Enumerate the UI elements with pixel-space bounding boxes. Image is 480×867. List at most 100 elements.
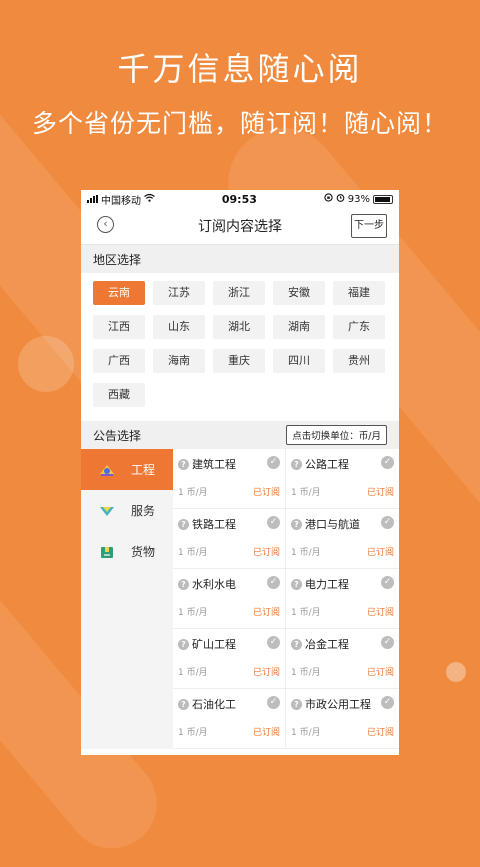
subscription-item[interactable]: ? 电力工程 ✓ 1 币/月 已订阅 — [286, 569, 399, 629]
category-item[interactable]: 货物 — [81, 531, 173, 572]
item-name: 石油化工 — [192, 698, 236, 711]
region-chip[interactable]: 湖南 — [273, 315, 325, 339]
help-icon[interactable]: ? — [291, 458, 302, 470]
check-icon[interactable]: ✓ — [381, 516, 394, 529]
item-price: 1 币/月 — [178, 728, 208, 738]
category-label: 工程 — [131, 463, 156, 477]
subscription-item[interactable]: ? 市政公用工程 ✓ 1 币/月 已订阅 — [286, 689, 399, 749]
check-icon[interactable]: ✓ — [381, 456, 394, 469]
lock-rotation-icon — [324, 193, 333, 205]
region-chip[interactable]: 广东 — [333, 315, 385, 339]
decor-dot — [18, 336, 74, 392]
next-step-button[interactable]: 下一步 — [351, 214, 387, 238]
item-price: 1 币/月 — [291, 548, 321, 558]
help-icon[interactable]: ? — [178, 458, 189, 470]
item-price: 1 币/月 — [178, 548, 208, 558]
alarm-icon — [336, 193, 345, 205]
item-name: 电力工程 — [305, 578, 349, 591]
service-icon — [99, 504, 115, 518]
region-chip[interactable]: 海南 — [153, 349, 205, 373]
page-title: 订阅内容选择 — [198, 219, 282, 235]
help-icon[interactable]: ? — [291, 518, 302, 530]
unit-toggle-button[interactable]: 点击切换单位：币/月 — [286, 425, 387, 445]
back-icon[interactable]: ‹ — [97, 216, 114, 233]
help-icon[interactable]: ? — [178, 638, 189, 650]
wifi-icon — [144, 193, 155, 205]
subscribed-status: 已订阅 — [252, 668, 280, 678]
region-chip[interactable]: 江苏 — [153, 281, 205, 305]
check-icon[interactable]: ✓ — [267, 516, 280, 529]
item-name: 港口与航道 — [305, 518, 360, 531]
help-icon[interactable]: ? — [291, 578, 302, 590]
subscribed-status: 已订阅 — [252, 608, 280, 618]
region-chip[interactable]: 福建 — [333, 281, 385, 305]
help-icon[interactable]: ? — [291, 638, 302, 650]
item-name: 铁路工程 — [192, 518, 236, 531]
region-chip[interactable]: 浙江 — [213, 281, 265, 305]
item-name: 冶金工程 — [305, 638, 349, 651]
banner-subtitle: 多个省份无门槛，随订阅！随心阅！ — [31, 109, 448, 138]
check-icon[interactable]: ✓ — [267, 456, 280, 469]
subscription-item[interactable]: ? 建筑工程 ✓ 1 币/月 已订阅 — [173, 449, 286, 509]
carrier-label: 中国移动 — [101, 195, 141, 207]
item-price: 1 币/月 — [291, 668, 321, 678]
subscription-item[interactable]: ? 水利水电 ✓ 1 币/月 已订阅 — [173, 569, 286, 629]
region-chip[interactable]: 重庆 — [213, 349, 265, 373]
category-sidebar: 工程 服务 货物 — [81, 449, 173, 749]
battery-percent: 93% — [347, 193, 370, 205]
subscription-item[interactable]: ? 冶金工程 ✓ 1 币/月 已订阅 — [286, 629, 399, 689]
check-icon[interactable]: ✓ — [267, 636, 280, 649]
goods-icon — [99, 545, 115, 559]
subscription-item[interactable]: ? 矿山工程 ✓ 1 币/月 已订阅 — [173, 629, 286, 689]
region-chip[interactable]: 山东 — [153, 315, 205, 339]
battery-icon — [373, 194, 393, 204]
region-chip[interactable]: 云南 — [93, 281, 145, 305]
subscription-item[interactable]: ? 铁路工程 ✓ 1 币/月 已订阅 — [173, 509, 286, 569]
subscribed-status: 已订阅 — [252, 488, 280, 498]
help-icon[interactable]: ? — [178, 698, 189, 710]
region-chip[interactable]: 四川 — [273, 349, 325, 373]
banner-title: 千万信息随心阅 — [117, 50, 363, 88]
engineering-icon — [99, 463, 115, 477]
region-chip[interactable]: 广西 — [93, 349, 145, 373]
category-item[interactable]: 服务 — [81, 490, 173, 531]
item-name: 水利水电 — [192, 578, 236, 591]
region-chip[interactable]: 西藏 — [93, 383, 145, 407]
help-icon[interactable]: ? — [178, 518, 189, 530]
region-chip[interactable]: 江西 — [93, 315, 145, 339]
category-label: 货物 — [131, 545, 156, 559]
decor-dot — [446, 662, 466, 682]
check-icon[interactable]: ✓ — [267, 696, 280, 709]
item-price: 1 币/月 — [178, 668, 208, 678]
status-bar: 中国移动 09:53 93% — [81, 190, 399, 208]
subscribed-status: 已订阅 — [252, 728, 280, 738]
region-chip[interactable]: 贵州 — [333, 349, 385, 373]
item-name: 矿山工程 — [192, 638, 236, 651]
subscribed-status: 已订阅 — [366, 728, 394, 738]
item-name: 建筑工程 — [192, 458, 236, 471]
announce-section-title: 公告选择 — [93, 428, 142, 443]
subscription-item[interactable]: ? 港口与航道 ✓ 1 币/月 已订阅 — [286, 509, 399, 569]
item-price: 1 币/月 — [291, 488, 321, 498]
check-icon[interactable]: ✓ — [381, 636, 394, 649]
subscribed-status: 已订阅 — [366, 668, 394, 678]
subscribed-status: 已订阅 — [366, 488, 394, 498]
region-chip[interactable]: 安徽 — [273, 281, 325, 305]
item-price: 1 币/月 — [178, 608, 208, 618]
announce-section-header: 公告选择 点击切换单位：币/月 — [81, 421, 399, 449]
help-icon[interactable]: ? — [178, 578, 189, 590]
item-price: 1 币/月 — [291, 728, 321, 738]
subscription-item[interactable]: ? 石油化工 ✓ 1 币/月 已订阅 — [173, 689, 286, 749]
region-chip[interactable]: 湖北 — [213, 315, 265, 339]
category-item[interactable]: 工程 — [81, 449, 173, 490]
check-icon[interactable]: ✓ — [267, 576, 280, 589]
category-label: 服务 — [131, 504, 156, 518]
check-icon[interactable]: ✓ — [381, 576, 394, 589]
phone-screen: 中国移动 09:53 93% ‹ 订阅内容选择 下一步 地区选择 云南 江苏 浙江安… — [81, 190, 399, 755]
check-icon[interactable]: ✓ — [381, 696, 394, 709]
item-name: 市政公用工程 — [305, 698, 371, 711]
region-section-title: 地区选择 — [93, 252, 142, 267]
subscription-item[interactable]: ? 公路工程 ✓ 1 币/月 已订阅 — [286, 449, 399, 509]
help-icon[interactable]: ? — [291, 698, 302, 710]
region-section-header: 地区选择 — [81, 245, 399, 273]
